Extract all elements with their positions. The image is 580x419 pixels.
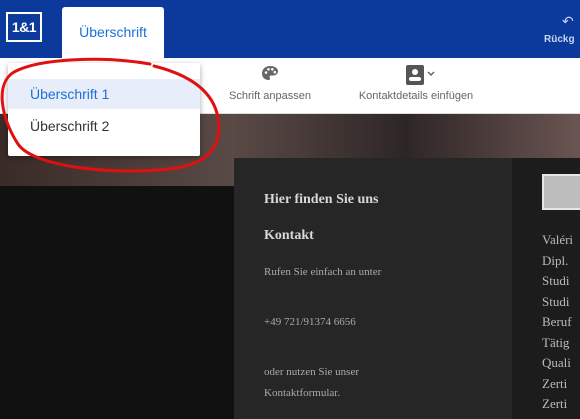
contact-heading: Kontakt bbox=[264, 228, 314, 243]
phone-number: +49 721/91374 6656 bbox=[264, 316, 356, 328]
profile-list: Valéri Dipl. Studi Studi Beruf Tätig Qua… bbox=[542, 230, 573, 415]
contact-card-icon bbox=[345, 64, 487, 86]
heading-option-2[interactable]: Überschrift 2 bbox=[8, 111, 200, 141]
profile-line: Quali bbox=[542, 355, 571, 370]
profile-section: Valéri Dipl. Studi Studi Beruf Tätig Qua… bbox=[512, 158, 580, 419]
profile-line: Studi bbox=[542, 273, 570, 288]
form-text: oder nutzen Sie unser Kontaktformular. bbox=[264, 362, 359, 404]
profile-line: Zerti bbox=[542, 375, 568, 391]
undo-button[interactable]: ↶ Rückg bbox=[540, 14, 580, 45]
profile-line: Zerti bbox=[542, 396, 568, 411]
profile-line: Beruf bbox=[542, 314, 572, 329]
left-panel bbox=[0, 186, 234, 419]
palette-icon bbox=[220, 64, 320, 86]
brand-logo: 1&1 bbox=[6, 12, 42, 42]
font-adjust-button[interactable]: Schrift anpassen bbox=[220, 64, 320, 102]
profile-image bbox=[542, 174, 580, 210]
heading-dropdown: Überschrift 1 Überschrift 2 bbox=[8, 63, 200, 156]
or-text: oder nutzen Sie unser bbox=[264, 366, 359, 378]
profile-line: Tätig bbox=[542, 334, 570, 350]
find-us-heading: Hier finden Sie uns bbox=[264, 192, 379, 207]
contact-section: Hier finden Sie uns Kontakt Rufen Sie ei… bbox=[234, 158, 512, 419]
font-adjust-label: Schrift anpassen bbox=[229, 90, 311, 102]
tab-heading[interactable]: Überschrift bbox=[62, 7, 164, 58]
profile-line: Valéri bbox=[542, 232, 574, 247]
insert-contact-button[interactable]: Kontaktdetails einfügen bbox=[345, 64, 487, 102]
call-text: Rufen Sie einfach an unter bbox=[264, 266, 382, 278]
heading-option-1[interactable]: Überschrift 1 bbox=[8, 79, 200, 109]
top-bar: 1&1 Überschrift ↶ Rückg bbox=[0, 0, 580, 58]
insert-contact-label: Kontaktdetails einfügen bbox=[358, 90, 474, 102]
undo-label: Rückg bbox=[544, 34, 575, 45]
profile-line: Studi bbox=[542, 293, 570, 309]
profile-line: Dipl. bbox=[542, 252, 569, 268]
form-link[interactable]: Kontaktformular. bbox=[264, 383, 359, 404]
undo-icon: ↶ bbox=[562, 13, 574, 29]
